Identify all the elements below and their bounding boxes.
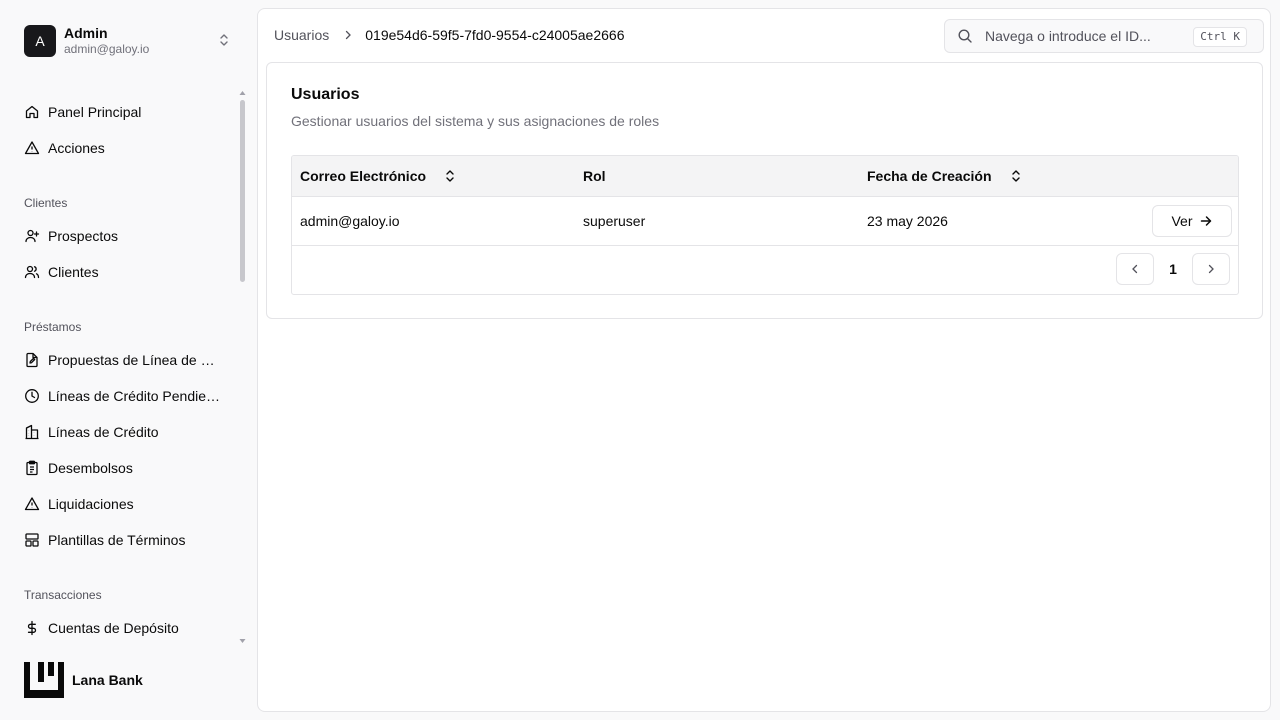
page-title: Usuarios [291, 86, 360, 103]
dollar-sign-icon [27, 620, 37, 636]
sidebar-item-proposals[interactable]: Propuestas de Línea de Crédito [24, 348, 224, 372]
sidebar-item-label: Líneas de Crédito Pendientes [48, 388, 222, 404]
cell-created: 23 may 2026 [867, 213, 948, 229]
alert-triangle-icon [24, 497, 40, 511]
arrow-right-icon [1200, 216, 1211, 226]
search-input[interactable]: Navega o introduce el ID... Ctrl K [944, 19, 1264, 53]
sidebar-item-clients[interactable]: Clientes [24, 260, 224, 284]
account-email: admin@galoy.io [64, 42, 150, 56]
chevron-right-icon [1208, 264, 1214, 274]
sidebar-item-label: Panel Principal [48, 104, 142, 120]
sort-icon[interactable] [1010, 169, 1022, 183]
layout-template-icon [25, 533, 39, 547]
sidebar-item-deposit-accounts[interactable]: Cuentas de Depósito [24, 616, 224, 640]
lana-bank-logo-icon [24, 662, 64, 698]
sidebar-item-pending[interactable]: Líneas de Crédito Pendientes [24, 384, 224, 408]
main-panel: Usuarios 019e54d6-59f5-7fd0-9554-c24005a… [257, 8, 1271, 712]
brand: Lana Bank [24, 662, 143, 698]
sidebar-item-liquidations[interactable]: Liquidaciones [24, 492, 224, 516]
sidebar-item-label: Liquidaciones [48, 496, 134, 512]
column-header-label: Correo Electrónico [300, 168, 427, 184]
column-header-label: Fecha de Creación [867, 168, 992, 184]
sidebar-item-term-templates[interactable]: Plantillas de Términos [24, 528, 224, 552]
scroll-up-arrow-icon[interactable] [239, 90, 246, 96]
sidebar-item-label: Propuestas de Línea de Crédito [48, 352, 222, 368]
home-icon [25, 105, 39, 119]
sidebar-item-prospects[interactable]: Prospectos [24, 224, 224, 248]
sidebar-item-label: Clientes [48, 264, 99, 280]
nav-group-clients: Clientes [24, 196, 68, 210]
user-plus-icon [25, 229, 40, 243]
sidebar-item-label: Acciones [48, 140, 105, 156]
chevron-left-icon [1132, 264, 1138, 274]
previous-page-button[interactable] [1116, 253, 1154, 285]
column-header-email[interactable]: Correo Electrónico [300, 168, 456, 184]
cell-email: admin@galoy.io [300, 213, 400, 229]
building-icon [25, 424, 39, 440]
sidebar-item-label: Plantillas de Términos [48, 532, 186, 548]
nav-group-loans: Préstamos [24, 320, 82, 334]
table-row[interactable]: admin@galoy.io superuser 23 may 2026 Ver [292, 197, 1238, 246]
column-header-created[interactable]: Fecha de Creación [867, 168, 1022, 184]
next-page-button[interactable] [1192, 253, 1230, 285]
breadcrumb-current: 019e54d6-59f5-7fd0-9554-c24005ae2666 [365, 27, 625, 43]
keyboard-shortcut: Ctrl K [1193, 27, 1247, 47]
sort-icon[interactable] [444, 169, 456, 183]
column-header-label: Rol [583, 168, 606, 184]
sidebar: A Admin admin@galoy.io Panel Principal A… [0, 0, 256, 720]
page-description: Gestionar usuarios del sistema y sus asi… [291, 113, 660, 129]
breadcrumb-users-link[interactable]: Usuarios [274, 27, 329, 43]
sidebar-item-dashboard[interactable]: Panel Principal [24, 100, 224, 124]
sidebar-scrollbar[interactable] [240, 100, 245, 282]
sidebar-item-label: Prospectos [48, 228, 119, 244]
sidebar-item-label: Cuentas de Depósito [48, 620, 179, 636]
account-info: Admin admin@galoy.io [64, 25, 149, 57]
pagination: 1 [1116, 253, 1230, 285]
sidebar-item-credit-lines[interactable]: Líneas de Crédito [24, 420, 224, 444]
account-name: Admin [64, 25, 108, 41]
sidebar-item-actions[interactable]: Acciones [24, 136, 224, 160]
search-icon [958, 29, 972, 43]
users-icon [24, 265, 40, 279]
sidebar-nav: Panel Principal Acciones Clientes Prospe… [0, 94, 240, 650]
current-page: 1 [1169, 261, 1177, 277]
users-card: Usuarios Gestionar usuarios del sistema … [266, 62, 1263, 319]
table-header: Correo Electrónico Rol Fecha de Creación [292, 156, 1238, 197]
column-header-role: Rol [583, 168, 606, 184]
users-table: Correo Electrónico Rol Fecha de Creación… [291, 155, 1239, 295]
nav-group-transactions: Transacciones [24, 588, 102, 602]
clock-icon [25, 389, 39, 403]
scroll-down-arrow-icon[interactable] [239, 638, 246, 644]
view-button-label: Ver [1171, 213, 1193, 229]
brand-name: Lana Bank [72, 672, 143, 688]
chevrons-up-down-icon[interactable] [216, 32, 232, 48]
clipboard-list-icon [26, 460, 38, 476]
alert-triangle-icon [24, 141, 40, 155]
chevron-right-icon [346, 30, 352, 40]
search-placeholder: Navega o introduce el ID... [985, 28, 1151, 44]
file-edit-icon [26, 352, 38, 368]
sidebar-item-label: Líneas de Crédito [48, 424, 159, 440]
breadcrumb: Usuarios 019e54d6-59f5-7fd0-9554-c24005a… [274, 27, 624, 43]
account-switcher[interactable]: A Admin admin@galoy.io [24, 24, 240, 58]
view-button[interactable]: Ver [1152, 205, 1232, 237]
avatar: A [24, 25, 56, 57]
sidebar-item-disbursals[interactable]: Desembolsos [24, 456, 224, 480]
cell-role: superuser [583, 213, 646, 229]
sidebar-item-label: Desembolsos [48, 460, 133, 476]
